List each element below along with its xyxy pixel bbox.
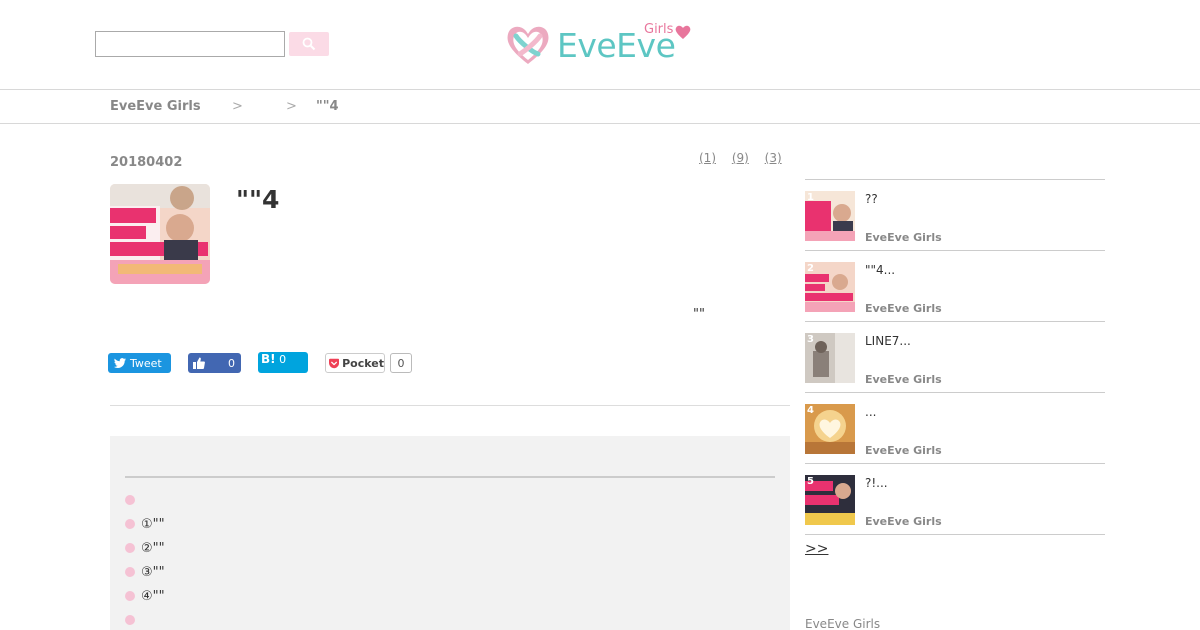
ranking-thumbnail: 1 [805, 191, 855, 241]
rank-number: 2 [807, 263, 814, 274]
breadcrumb-separator: > [232, 99, 243, 114]
search-button[interactable] [289, 32, 329, 56]
toc-item[interactable]: ②"" [125, 536, 165, 560]
article-date: 20180402 [110, 155, 183, 170]
search-input[interactable] [95, 31, 285, 57]
breadcrumb-current: ""4 [316, 99, 339, 114]
ranking-item[interactable]: 3 LINE7... EveEve Girls [805, 321, 1105, 392]
ranking-site: EveEve Girls [865, 515, 942, 528]
bullet-dot-icon [125, 615, 135, 625]
more-ranking-link[interactable]: >> [805, 541, 828, 557]
stat-link[interactable]: (1) [699, 151, 716, 165]
ranking-site: EveEve Girls [865, 231, 942, 244]
heart-logo-icon [507, 26, 549, 64]
thumbs-up-icon [193, 357, 205, 369]
like-count: 0 [228, 356, 235, 370]
ranking-thumbnail: 5 [805, 475, 855, 525]
stat-link[interactable]: (9) [732, 151, 749, 165]
rank-number: 5 [807, 476, 814, 487]
article-stats: (1) (9) (3) [699, 151, 782, 165]
ranking-item[interactable]: 4 ... EveEve Girls [805, 392, 1105, 463]
twitter-bird-icon [114, 358, 126, 368]
rank-number: 3 [807, 334, 814, 345]
toc-list: ①"" ②"" ③"" ④"" [125, 488, 165, 630]
pocket-label: Pocket [342, 356, 384, 370]
toc-divider [125, 476, 775, 478]
bullet-dot-icon [125, 495, 135, 505]
hatena-count: 0 [279, 353, 287, 366]
hatena-icon: B! [261, 352, 276, 366]
toc-item[interactable] [125, 488, 165, 512]
ranking-title: ?? [865, 192, 878, 206]
toc-item[interactable]: ④"" [125, 584, 165, 608]
ranking-thumbnail: 4 [805, 404, 855, 454]
ranking-site: EveEve Girls [865, 444, 942, 457]
tweet-button[interactable]: Tweet [108, 353, 171, 373]
search-icon [302, 37, 316, 51]
breadcrumb: EveEve Girls > > ""4 [0, 90, 1200, 124]
article-body-text: "" [693, 307, 705, 322]
ranking-site: EveEve Girls [865, 302, 942, 315]
sidebar-footer-site: EveEve Girls [805, 617, 881, 630]
ranking-title: ?!... [865, 476, 888, 490]
ranking-title: ... [865, 405, 877, 419]
hatena-bookmark-button[interactable]: B! 0 [258, 352, 308, 373]
bullet-dot-icon [125, 567, 135, 577]
site-logo[interactable]: EveEve Girls [504, 22, 694, 68]
article-thumbnail [110, 184, 210, 284]
bullet-dot-icon [125, 591, 135, 601]
ranking-item[interactable]: 1 ?? EveEve Girls [805, 179, 1105, 250]
small-heart-icon [675, 25, 691, 39]
ranking-site: EveEve Girls [865, 373, 942, 386]
ranking-title: LINE7... [865, 334, 911, 348]
tweet-label: Tweet [130, 356, 162, 370]
divider [110, 405, 790, 406]
breadcrumb-separator: > [286, 99, 297, 114]
pocket-icon [329, 358, 340, 368]
logo-girls-text: Girls [644, 22, 674, 37]
site-header: EveEve Girls [0, 0, 1200, 90]
ranking-item[interactable]: 5 ?!... EveEve Girls [805, 463, 1105, 534]
ranking-title: ""4... [865, 263, 896, 277]
pocket-count: 0 [390, 353, 412, 373]
toc-item[interactable] [125, 608, 165, 630]
stat-link[interactable]: (3) [765, 151, 782, 165]
toc-item[interactable]: ①"" [125, 512, 165, 536]
ranking-thumbnail: 2 [805, 262, 855, 312]
breadcrumb-home[interactable]: EveEve Girls [110, 99, 201, 114]
article-title: ""4 [236, 185, 280, 214]
ranking-item[interactable]: 2 ""4... EveEve Girls [805, 250, 1105, 321]
bullet-dot-icon [125, 543, 135, 553]
ranking-thumbnail: 3 [805, 333, 855, 383]
bullet-dot-icon [125, 519, 135, 529]
table-of-contents: ①"" ②"" ③"" ④"" [110, 436, 790, 630]
toc-item[interactable]: ③"" [125, 560, 165, 584]
facebook-like-button[interactable]: 0 [188, 353, 241, 373]
rank-number: 1 [807, 192, 814, 203]
rank-number: 4 [807, 405, 814, 416]
sidebar-divider [805, 534, 1105, 535]
pocket-button[interactable]: Pocket [325, 353, 385, 373]
sidebar-ranking: 1 ?? EveEve Girls 2 ""4... EveEve Girls [805, 179, 1105, 535]
